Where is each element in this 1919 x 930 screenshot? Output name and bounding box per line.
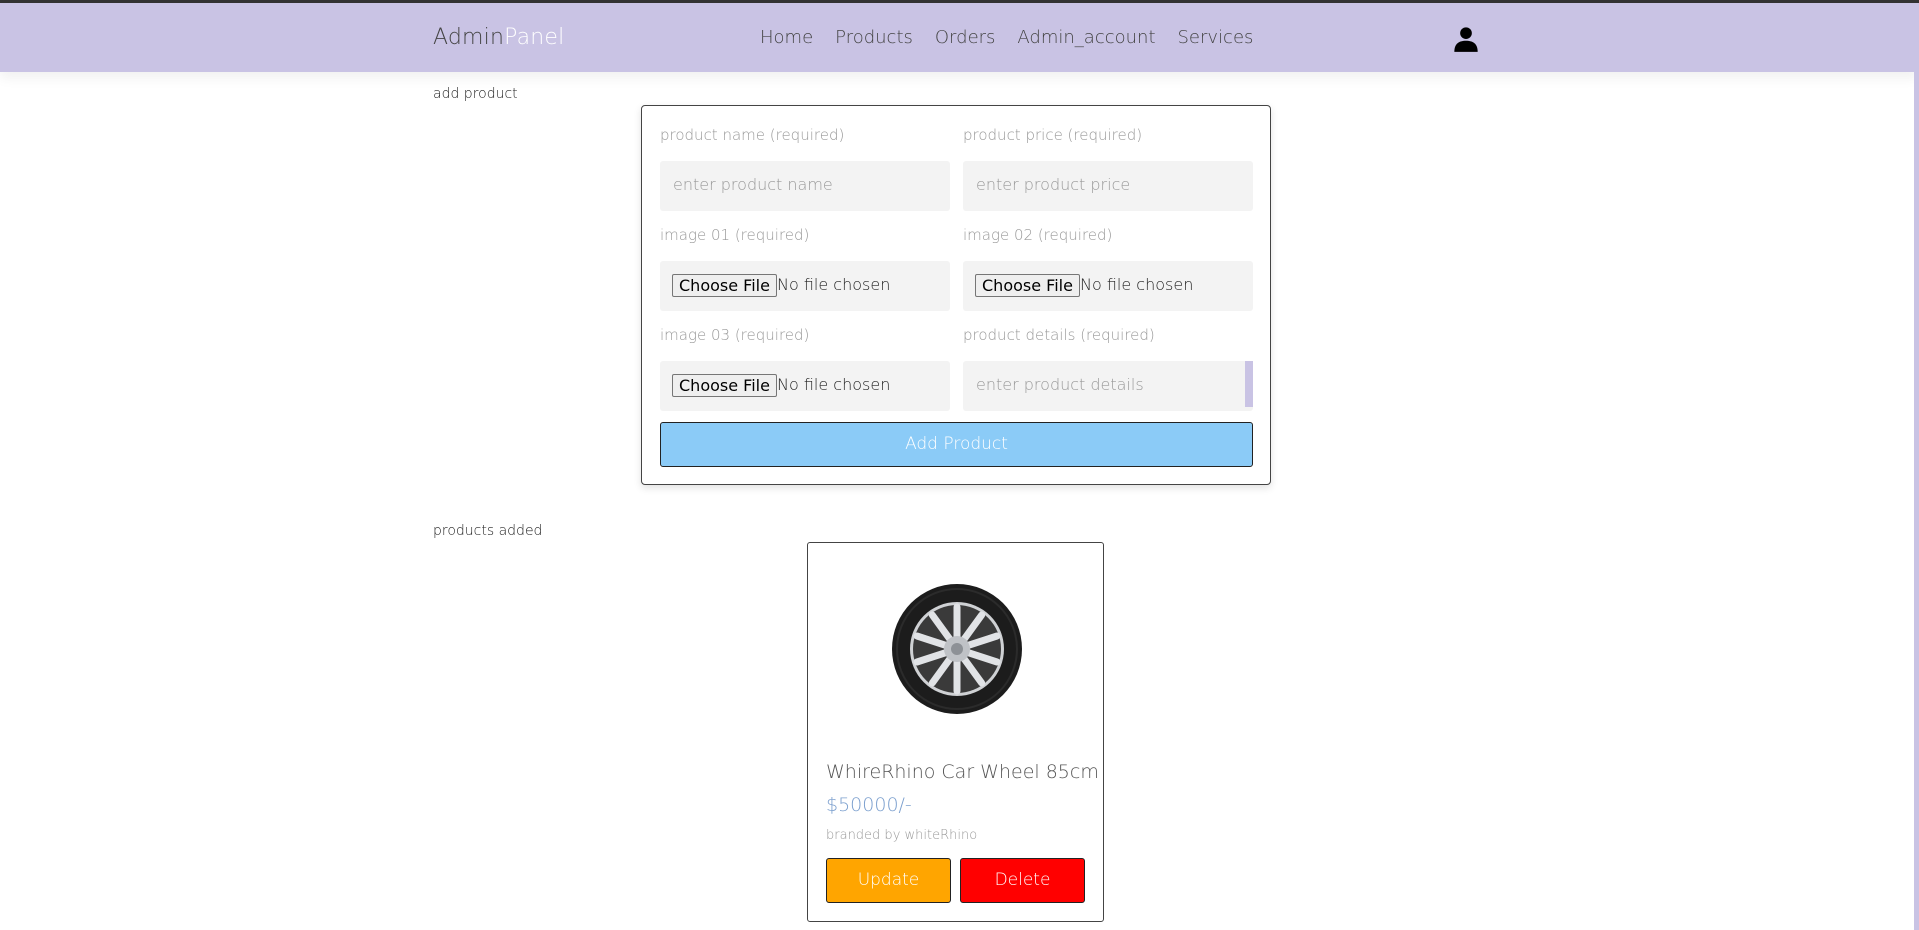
product-card: WhireRhino Car Wheel 85cm $50000/- brand…	[807, 542, 1104, 922]
image-03-file-input: Choose File No file chosen	[660, 361, 950, 411]
product-details-placeholder: enter product details	[976, 375, 1144, 394]
image-01-file-input: Choose File No file chosen	[660, 261, 950, 311]
textarea-scrollbar[interactable]	[1245, 361, 1253, 407]
image-01-choose-file-button[interactable]: Choose File	[672, 274, 777, 297]
image-01-file-status: No file chosen	[777, 275, 891, 294]
nav-products[interactable]: Products	[835, 27, 913, 48]
image-03-label: image 03 (required)	[660, 326, 810, 344]
product-name-placeholder: enter product name	[673, 175, 833, 194]
nav-home[interactable]: Home	[760, 27, 813, 48]
delete-button[interactable]: Delete	[960, 858, 1085, 903]
product-details-label: product details (required)	[963, 326, 1155, 344]
image-03-file-status: No file chosen	[777, 375, 891, 394]
image-01-label: image 01 (required)	[660, 226, 810, 244]
update-button[interactable]: Update	[826, 858, 951, 903]
page-scrollbar-track[interactable]	[1914, 72, 1919, 930]
image-02-choose-file-button[interactable]: Choose File	[975, 274, 1080, 297]
product-price-input[interactable]: enter product price	[963, 161, 1253, 211]
nav-orders[interactable]: Orders	[935, 27, 996, 48]
logo[interactable]: AdminPanel	[433, 25, 564, 50]
product-price-label: product price (required)	[963, 126, 1143, 144]
add-product-button[interactable]: Add Product	[660, 422, 1253, 467]
products-added-heading: products added	[433, 523, 543, 539]
top-navbar: AdminPanel Home Products Orders Admin_ac…	[0, 3, 1919, 72]
product-name-input[interactable]: enter product name	[660, 161, 950, 211]
image-03-choose-file-button[interactable]: Choose File	[672, 374, 777, 397]
image-02-label: image 02 (required)	[963, 226, 1113, 244]
image-02-file-status: No file chosen	[1080, 275, 1194, 294]
product-price-placeholder: enter product price	[976, 175, 1131, 194]
logo-main-text: Admin	[433, 25, 505, 50]
page-scrollbar-thumb[interactable]	[1914, 72, 1919, 930]
product-brand: branded by whiteRhino	[826, 828, 978, 843]
product-name: WhireRhino Car Wheel 85cm	[826, 761, 1099, 783]
logo-accent-text: Panel	[504, 25, 565, 50]
car-wheel-image	[892, 584, 1022, 714]
user-icon[interactable]	[1452, 25, 1480, 53]
image-02-file-input: Choose File No file chosen	[963, 261, 1253, 311]
nav-admin-account[interactable]: Admin_account	[1017, 27, 1155, 48]
product-name-label: product name (required)	[660, 126, 845, 144]
main-nav: Home Products Orders Admin_account Servi…	[760, 27, 1253, 48]
product-price: $50000/-	[826, 794, 912, 816]
add-product-heading: add product	[433, 86, 518, 102]
add-product-form: product name (required) enter product na…	[641, 105, 1271, 485]
product-details-textarea[interactable]: enter product details	[963, 361, 1253, 411]
nav-services[interactable]: Services	[1178, 27, 1254, 48]
